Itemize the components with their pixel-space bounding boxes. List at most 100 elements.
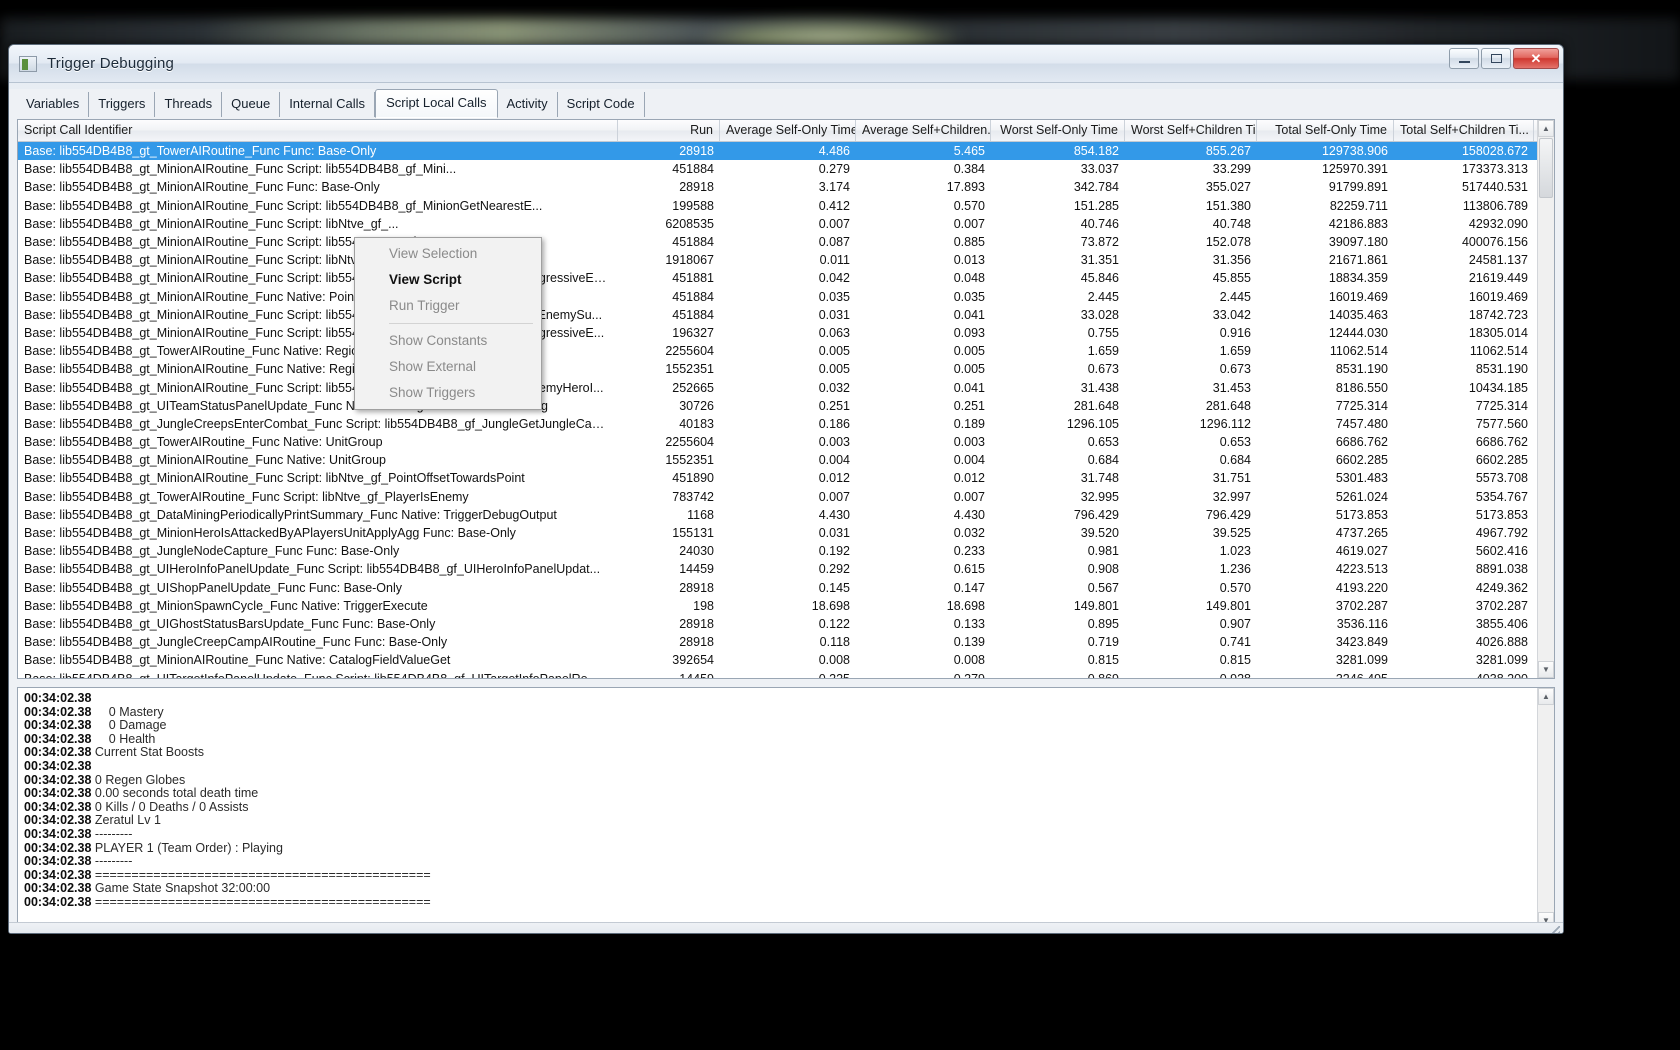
title-bar[interactable]: Trigger Debugging ✕ xyxy=(9,45,1563,83)
cell-avg-self: 0.005 xyxy=(818,344,850,359)
scroll-up-button[interactable]: ▲ xyxy=(1538,120,1554,137)
table-row[interactable]: Base: lib554DB4B8_gt_UITeamStatusPanelUp… xyxy=(18,397,1554,415)
table-row[interactable]: Base: lib554DB4B8_gt_MinionAIRoutine_Fun… xyxy=(18,197,1554,215)
cell-identifier: Base: lib554DB4B8_gt_UITargetInfoPanelUp… xyxy=(24,671,598,679)
table-row[interactable]: Base: lib554DB4B8_gt_JungleCreepsEnterCo… xyxy=(18,415,1554,433)
script-local-calls-grid[interactable]: Script Call Identifier Run Average Self-On… xyxy=(17,119,1555,679)
window-title: Trigger Debugging xyxy=(47,55,175,72)
debug-output-panel[interactable]: 00:34:02.38 00:34:02.38 0 Mastery 00:34:0… xyxy=(17,687,1555,930)
log-message: ========================================… xyxy=(94,894,431,909)
cell-total-self: 12444.030 xyxy=(1328,325,1388,340)
table-row[interactable]: Base: lib554DB4B8_gt_MinionAIRoutine_Fun… xyxy=(18,269,1554,287)
table-row[interactable]: Base: lib554DB4B8_gt_UIHeroInfoPanelUpda… xyxy=(18,560,1554,578)
cell-total-self: 11062.514 xyxy=(1329,344,1388,359)
table-row[interactable]: Base: lib554DB4B8_gt_JungleNodeCapture_F… xyxy=(18,542,1554,560)
column-header[interactable]: Average Self+Children... xyxy=(856,120,991,141)
cell-run: 199588 xyxy=(672,198,714,213)
cell-total-self-children: 21619.449 xyxy=(1468,271,1528,286)
close-button[interactable]: ✕ xyxy=(1513,48,1559,69)
table-row[interactable]: Base: lib554DB4B8_gt_UIShopPanelUpdate_F… xyxy=(18,579,1554,597)
context-menu[interactable]: View Selection View Script Run Trigger Show… xyxy=(354,237,542,410)
menu-item-view-script[interactable]: View Script xyxy=(355,267,541,293)
minimize-button[interactable] xyxy=(1449,48,1479,69)
column-header[interactable]: Worst Self-Only Time xyxy=(991,120,1125,141)
tab-triggers[interactable]: Triggers xyxy=(89,92,156,117)
log-timestamp: 00:34:02.38 xyxy=(24,813,92,828)
column-header[interactable]: Total Self-Only Time xyxy=(1257,120,1394,141)
table-row[interactable]: Base: lib554DB4B8_gt_TowerAIRoutine_Func… xyxy=(18,342,1554,360)
cell-avg-self-children: 0.570 xyxy=(953,198,985,213)
table-row[interactable]: Base: lib554DB4B8_gt_DataMiningPeriodica… xyxy=(18,506,1554,524)
cell-worst-self: 0.755 xyxy=(1087,325,1119,340)
cell-run: 451890 xyxy=(672,471,714,486)
log-message: 0 Health xyxy=(94,731,156,746)
cell-run: 1168 xyxy=(687,507,714,522)
tab-activity[interactable]: Activity xyxy=(498,92,558,117)
log-vertical-scrollbar[interactable]: ▲ ▼ xyxy=(1537,688,1554,929)
cell-identifier: Base: lib554DB4B8_gt_TowerAIRoutine_Func… xyxy=(24,144,377,159)
table-row[interactable]: Base: lib554DB4B8_gt_MinionAIRoutine_Fun… xyxy=(18,251,1554,269)
app-icon xyxy=(19,55,37,72)
table-row[interactable]: Base: lib554DB4B8_gt_MinionHeroIsAttacke… xyxy=(18,524,1554,542)
table-row[interactable]: Base: lib554DB4B8_gt_MinionAIRoutine_Fun… xyxy=(18,324,1554,342)
column-header[interactable]: Script Call Identifier xyxy=(18,120,618,141)
scroll-down-button[interactable]: ▼ xyxy=(1538,661,1554,678)
tab-script-code[interactable]: Script Code xyxy=(558,92,645,117)
table-row[interactable]: Base: lib554DB4B8_gt_MinionAIRoutine_Fun… xyxy=(18,451,1554,469)
table-row[interactable]: Base: lib554DB4B8_gt_MinionAIRoutine_Fun… xyxy=(18,233,1554,251)
cell-avg-self: 0.031 xyxy=(818,526,850,541)
table-row[interactable]: Base: lib554DB4B8_gt_JungleCreepCampAIRo… xyxy=(18,633,1554,651)
scroll-thumb[interactable] xyxy=(1539,138,1553,198)
table-row[interactable]: Base: lib554DB4B8_gt_MinionAIRoutine_Fun… xyxy=(18,378,1554,396)
cell-identifier: Base: lib554DB4B8_gt_UIGhostStatusBarsUp… xyxy=(24,616,436,631)
log-message: 0 Kills / 0 Deaths / 0 Assists xyxy=(94,799,249,814)
table-row[interactable]: Base: lib554DB4B8_gt_MinionAIRoutine_Fun… xyxy=(18,288,1554,306)
table-row[interactable]: Base: lib554DB4B8_gt_MinionAIRoutine_Fun… xyxy=(18,178,1554,196)
cell-avg-self-children: 0.032 xyxy=(953,526,985,541)
resize-grip-icon[interactable] xyxy=(1548,926,1560,933)
cell-total-self-children: 173373.313 xyxy=(1461,162,1528,177)
tab-variables[interactable]: Variables xyxy=(17,92,90,117)
cell-identifier: Base: lib554DB4B8_gt_TowerAIRoutine_Func… xyxy=(24,489,469,504)
maximize-button[interactable] xyxy=(1481,48,1511,69)
column-header[interactable]: Total Self+Children Ti... xyxy=(1394,120,1534,141)
tab-script-local-calls[interactable]: Script Local Calls xyxy=(375,89,498,118)
table-row[interactable]: Base: lib554DB4B8_gt_TowerAIRoutine_Func… xyxy=(18,142,1554,161)
cell-avg-self: 0.007 xyxy=(818,216,850,231)
log-scroll-up-button[interactable]: ▲ xyxy=(1538,688,1554,705)
column-header[interactable]: Average Self-Only Time xyxy=(720,120,856,141)
table-row[interactable]: Base: lib554DB4B8_gt_MinionAIRoutine_Fun… xyxy=(18,215,1554,233)
table-row[interactable]: Base: lib554DB4B8_gt_MinionAIRoutine_Fun… xyxy=(18,160,1554,178)
cell-worst-self-children: 33.299 xyxy=(1212,162,1251,177)
cell-worst-self: 0.567 xyxy=(1087,580,1119,595)
cell-avg-self-children: 0.012 xyxy=(953,471,985,486)
table-row[interactable]: Base: lib554DB4B8_gt_MinionAIRoutine_Fun… xyxy=(18,651,1554,669)
table-row[interactable]: Base: lib554DB4B8_gt_MinionAIRoutine_Fun… xyxy=(18,306,1554,324)
grid-rows[interactable]: Base: lib554DB4B8_gt_TowerAIRoutine_Func… xyxy=(18,142,1554,679)
table-row[interactable]: Base: lib554DB4B8_gt_UITargetInfoPanelUp… xyxy=(18,669,1554,679)
cell-total-self-children: 5173.853 xyxy=(1475,507,1528,522)
grid-vertical-scrollbar[interactable]: ▲ ▼ xyxy=(1537,120,1554,678)
tab-threads[interactable]: Threads xyxy=(155,92,223,117)
cell-avg-self-children: 0.251 xyxy=(953,398,985,413)
screen: Trigger Debugging ✕ Variables Triggers Thr… xyxy=(0,0,1680,1050)
table-row[interactable]: Base: lib554DB4B8_gt_TowerAIRoutine_Func… xyxy=(18,488,1554,506)
log-timestamp: 00:34:02.38 xyxy=(24,881,92,896)
tab-queue[interactable]: Queue xyxy=(222,92,281,117)
cell-run: 2255604 xyxy=(665,344,714,359)
cell-total-self-children: 42932.090 xyxy=(1468,216,1528,231)
column-header[interactable]: Run xyxy=(618,120,720,141)
table-row[interactable]: Base: lib554DB4B8_gt_MinionAIRoutine_Fun… xyxy=(18,469,1554,487)
log-line: 00:34:02.38 0 Kills / 0 Deaths / 0 Assis… xyxy=(24,799,1536,815)
tab-internal-calls[interactable]: Internal Calls xyxy=(280,92,376,117)
table-row[interactable]: Base: lib554DB4B8_gt_MinionSpawnCycle_Fu… xyxy=(18,597,1554,615)
cell-total-self-children: 4038.200 xyxy=(1475,671,1528,679)
table-row[interactable]: Base: lib554DB4B8_gt_UIGhostStatusBarsUp… xyxy=(18,615,1554,633)
cell-worst-self-children: 0.684 xyxy=(1219,453,1251,468)
table-row[interactable]: Base: lib554DB4B8_gt_MinionAIRoutine_Fun… xyxy=(18,360,1554,378)
cell-avg-self-children: 0.008 xyxy=(953,653,985,668)
column-header[interactable]: Worst Self+Children Ti... xyxy=(1125,120,1257,141)
cell-total-self: 3702.287 xyxy=(1335,598,1388,613)
cell-total-self: 6686.762 xyxy=(1335,435,1388,450)
table-row[interactable]: Base: lib554DB4B8_gt_TowerAIRoutine_Func… xyxy=(18,433,1554,451)
